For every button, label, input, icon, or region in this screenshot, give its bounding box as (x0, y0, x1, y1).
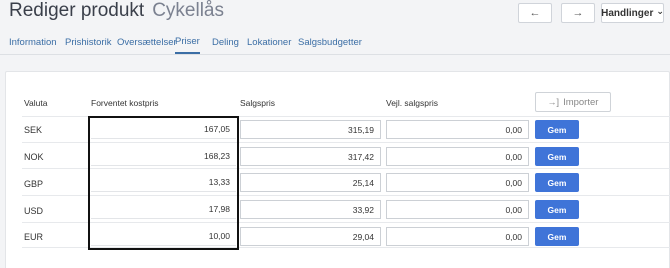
sale-price-input[interactable]: 317,42 (240, 147, 381, 166)
save-button[interactable]: Gem (535, 227, 579, 246)
column-header-sale-price: Salgspris (240, 98, 275, 108)
tab-sharing[interactable]: Deling (212, 30, 239, 54)
title-group: Rediger produkt Cykellås (9, 0, 224, 26)
import-button[interactable]: →] Importer (535, 92, 611, 112)
actions-label: Handlinger (601, 7, 654, 19)
tab-information[interactable]: Information (9, 30, 57, 54)
sale-price-input[interactable]: 29,04 (240, 227, 381, 246)
recommended-price-input[interactable]: 0,00 (386, 147, 529, 166)
import-label: Importer (563, 96, 599, 108)
save-button[interactable]: Gem (535, 147, 579, 166)
save-button[interactable]: Gem (535, 173, 579, 192)
chevron-down-icon: ⌄ (656, 5, 664, 16)
arrow-left-icon: ← (529, 7, 541, 19)
recommended-price-input[interactable]: 0,00 (386, 227, 529, 246)
currency-code: GBP (24, 179, 44, 189)
page-header: Rediger produkt Cykellås ← → Handlinger … (0, 0, 670, 55)
tab-sales-budgets[interactable]: Salgsbudgetter (298, 30, 362, 54)
save-button[interactable]: Gem (535, 120, 579, 139)
previous-product-button[interactable]: ← (518, 3, 552, 23)
tab-locations[interactable]: Lokationer (247, 30, 291, 54)
sale-price-input[interactable]: 33,92 (240, 200, 381, 219)
product-name: Cykellås (152, 0, 225, 21)
tab-bar: Information Prishistorik Oversættelser P… (0, 30, 670, 55)
expected-cost-input[interactable]: 17,98 (91, 200, 236, 219)
expected-cost-input[interactable]: 168,23 (91, 147, 236, 166)
expected-cost-input[interactable]: 10,00 (91, 227, 236, 246)
recommended-price-input[interactable]: 0,00 (386, 120, 529, 139)
tab-price-history[interactable]: Prishistorik (65, 30, 111, 54)
currency-code: EUR (24, 232, 44, 242)
arrow-right-icon: → (572, 7, 584, 19)
import-icon: →] (547, 97, 560, 107)
currency-code: SEK (24, 125, 43, 135)
recommended-price-input[interactable]: 0,00 (386, 200, 529, 219)
column-header-expected-cost: Forventet kostpris (91, 98, 159, 108)
expected-cost-input[interactable]: 13,33 (91, 173, 236, 192)
currency-code: NOK (24, 152, 44, 162)
actions-dropdown-button[interactable]: Handlinger ⌄ (601, 3, 664, 23)
currency-code: USD (24, 206, 44, 216)
tab-translations[interactable]: Oversættelser (117, 30, 177, 54)
next-product-button[interactable]: → (561, 3, 595, 23)
sale-price-input[interactable]: 315,19 (240, 120, 381, 139)
column-header-recommended-price: Vejl. salgspris (386, 98, 438, 108)
column-header-currency: Valuta (24, 98, 48, 108)
save-button[interactable]: Gem (535, 200, 579, 219)
sale-price-input[interactable]: 25,14 (240, 173, 381, 192)
tab-prices[interactable]: Priser (175, 30, 200, 54)
page-title: Rediger produkt (9, 0, 145, 21)
expected-cost-input[interactable]: 167,05 (91, 120, 236, 139)
recommended-price-input[interactable]: 0,00 (386, 173, 529, 192)
